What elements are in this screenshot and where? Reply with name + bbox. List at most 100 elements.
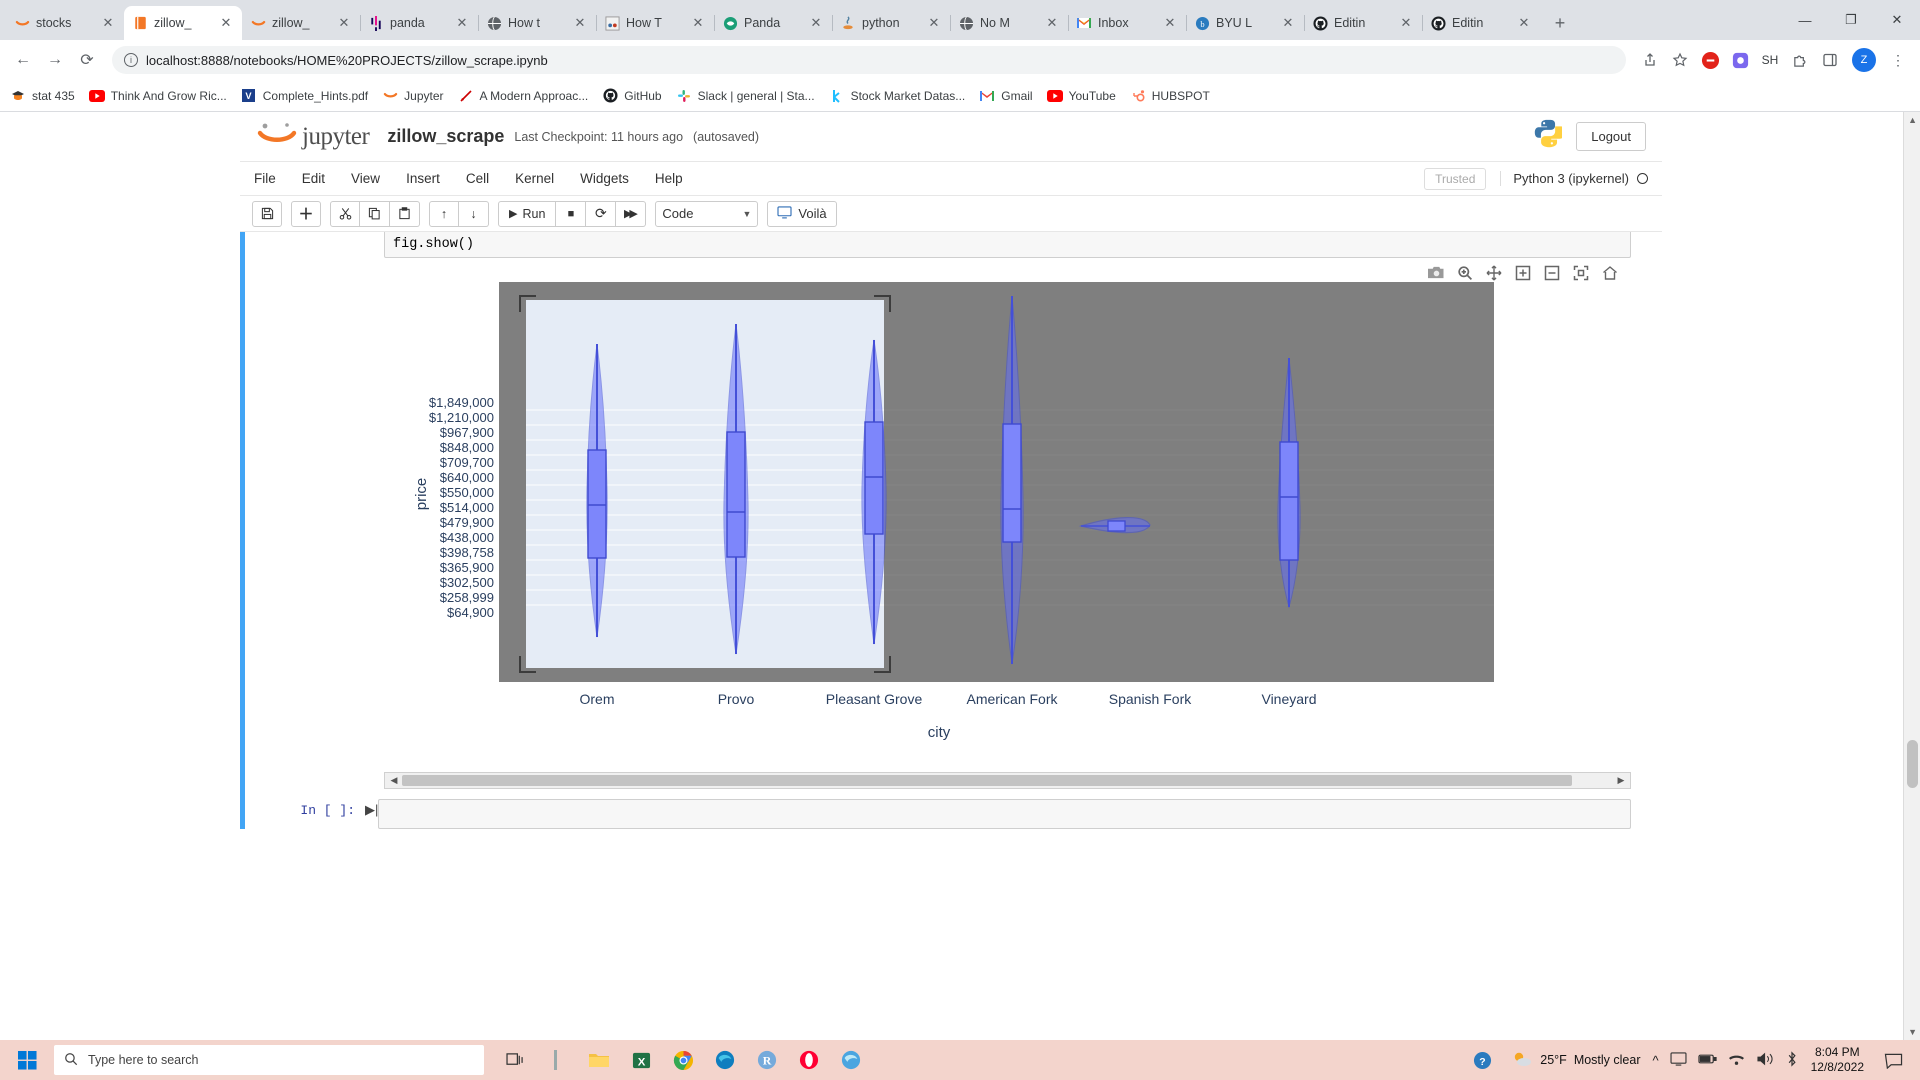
bookmark-item[interactable]: Stock Market Datas... (829, 88, 966, 104)
extension-icon[interactable] (1726, 46, 1754, 74)
file-explorer-icon[interactable] (582, 1043, 616, 1077)
menu-view[interactable]: View (351, 171, 380, 186)
bookmark-item[interactable]: YouTube (1047, 88, 1116, 104)
close-icon[interactable]: ✕ (572, 15, 588, 31)
menu-edit[interactable]: Edit (302, 171, 325, 186)
menu-help[interactable]: Help (655, 171, 683, 186)
bookmark-item[interactable]: A Modern Approac... (458, 88, 589, 104)
close-window-button[interactable]: ✕ (1874, 0, 1920, 40)
bookmark-item[interactable]: stat 435 (10, 88, 75, 104)
restart-kernel-button[interactable]: ⟳ (586, 201, 616, 227)
forward-button[interactable]: → (40, 45, 70, 75)
weather-widget[interactable]: 25°F Mostly clear (1511, 1050, 1640, 1071)
close-icon[interactable]: ✕ (1516, 15, 1532, 31)
bookmark-item[interactable]: Think And Grow Ric... (89, 88, 227, 104)
menu-file[interactable]: File (254, 171, 276, 186)
move-cell-up-button[interactable]: ↑ (429, 201, 459, 227)
camera-icon[interactable] (1427, 264, 1445, 282)
browser-tab[interactable]: How t ✕ (478, 6, 596, 40)
monitor-icon[interactable] (1670, 1052, 1687, 1069)
excel-icon[interactable]: X (624, 1043, 658, 1077)
address-bar[interactable]: i localhost:8888/notebooks/HOME%20PROJEC… (112, 46, 1626, 74)
copy-cell-button[interactable] (360, 201, 390, 227)
browser-tab[interactable]: python ✕ (832, 6, 950, 40)
chrome2-icon[interactable] (834, 1043, 868, 1077)
page-scrollbar[interactable]: ▲ ▼ (1903, 112, 1920, 1040)
browser-tab-active[interactable]: zillow_ ✕ (124, 6, 242, 40)
bookmark-item[interactable]: Slack | general | Sta... (676, 88, 815, 104)
scroll-up-arrow[interactable]: ▲ (1908, 115, 1917, 125)
notebook-name[interactable]: zillow_scrape (387, 126, 504, 147)
browser-menu-icon[interactable]: ⋮ (1884, 46, 1912, 74)
insert-cell-below-button[interactable]: ＋ (291, 201, 321, 227)
interrupt-kernel-button[interactable]: ■ (556, 201, 586, 227)
cell-run-indicator-icon[interactable]: ▶| (365, 799, 378, 818)
code-editor[interactable]: ig.update_layout(xaxis_title="city", yax… (384, 232, 1631, 258)
edge-icon[interactable] (708, 1043, 742, 1077)
reset-axes-icon[interactable] (1601, 264, 1619, 282)
bookmark-star-icon[interactable] (1666, 46, 1694, 74)
close-icon[interactable]: ✕ (1398, 15, 1414, 31)
selection-region[interactable] (526, 300, 884, 668)
jupyter-logo[interactable]: jupyter (256, 122, 369, 152)
share-icon[interactable] (1636, 46, 1664, 74)
battery-icon[interactable] (1698, 1053, 1717, 1068)
chrome-icon[interactable] (666, 1043, 700, 1077)
minimize-button[interactable]: — (1782, 0, 1828, 40)
scroll-left-arrow[interactable]: ◀ (387, 775, 401, 786)
output-horizontal-scrollbar[interactable]: ◀ ▶ (384, 772, 1631, 789)
rstudio-icon[interactable]: R (750, 1043, 784, 1077)
close-icon[interactable]: ✕ (218, 15, 234, 31)
browser-tab[interactable]: stocks ✕ (6, 6, 124, 40)
maximize-button[interactable]: ❐ (1828, 0, 1874, 40)
restart-run-all-button[interactable]: ▶▶ (616, 201, 646, 227)
kernel-indicator[interactable]: Python 3 (ipykernel) (1500, 171, 1648, 186)
run-cell-button[interactable]: ▶ Run (498, 201, 556, 227)
bookmark-item[interactable]: Jupyter (382, 88, 443, 104)
bookmark-item[interactable]: HUBSPOT (1130, 88, 1210, 104)
browser-tab[interactable]: How T ✕ (596, 6, 714, 40)
scrollbar-thumb[interactable] (402, 775, 1572, 786)
page-scrollbar-thumb[interactable] (1907, 740, 1918, 788)
browser-tab[interactable]: Editin ✕ (1304, 6, 1422, 40)
browser-tab[interactable]: zillow_ ✕ (242, 6, 360, 40)
close-icon[interactable]: ✕ (926, 15, 942, 31)
menu-insert[interactable]: Insert (406, 171, 440, 186)
browser-tab[interactable]: panda ✕ (360, 6, 478, 40)
menu-kernel[interactable]: Kernel (515, 171, 554, 186)
browser-tab[interactable]: Inbox ✕ (1068, 6, 1186, 40)
zoom-in-icon[interactable] (1514, 264, 1532, 282)
start-button[interactable] (0, 1040, 54, 1080)
menu-cell[interactable]: Cell (466, 171, 489, 186)
reload-button[interactable]: ⟳ (72, 45, 102, 75)
back-button[interactable]: ← (8, 45, 38, 75)
puzzle-icon[interactable] (1786, 46, 1814, 74)
browser-tab[interactable]: Panda ✕ (714, 6, 832, 40)
scroll-down-arrow[interactable]: ▼ (1908, 1027, 1917, 1037)
browser-tab[interactable]: No M ✕ (950, 6, 1068, 40)
taskbar-search[interactable]: Type here to search (54, 1045, 484, 1075)
close-icon[interactable]: ✕ (1162, 15, 1178, 31)
trusted-badge[interactable]: Trusted (1424, 168, 1486, 190)
cell-type-select[interactable]: Code ▼ (655, 201, 758, 227)
cut-cell-button[interactable] (330, 201, 360, 227)
notification-icon[interactable] (1876, 1043, 1910, 1077)
browser-tab[interactable]: Editin ✕ (1422, 6, 1540, 40)
opera-icon[interactable] (792, 1043, 826, 1077)
autoscale-icon[interactable] (1572, 264, 1590, 282)
bookmark-item[interactable]: GitHub (602, 88, 661, 104)
close-icon[interactable]: ✕ (454, 15, 470, 31)
scroll-right-arrow[interactable]: ▶ (1614, 775, 1628, 786)
task-view-icon[interactable] (498, 1043, 532, 1077)
close-icon[interactable]: ✕ (690, 15, 706, 31)
violin-plot[interactable]: $1,849,000 $1,210,000 $967,900 $848,000 … (384, 282, 1494, 772)
close-icon[interactable]: ✕ (100, 15, 116, 31)
close-icon[interactable]: ✕ (808, 15, 824, 31)
help-circle-icon[interactable]: ? (1465, 1043, 1499, 1077)
network-icon[interactable] (1728, 1052, 1745, 1069)
browser-tab[interactable]: b BYU L ✕ (1186, 6, 1304, 40)
paste-cell-button[interactable] (390, 201, 420, 227)
volume-icon[interactable] (1756, 1052, 1774, 1069)
site-info-icon[interactable]: i (124, 53, 138, 67)
clock[interactable]: 8:04 PM 12/8/2022 (1811, 1045, 1864, 1075)
